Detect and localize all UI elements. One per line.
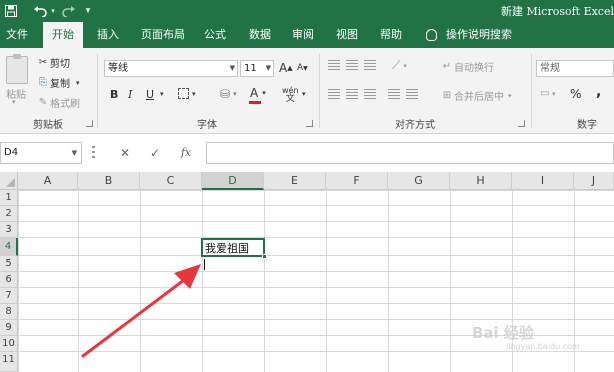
watermark: Bai 经验 [472, 324, 534, 342]
watermark-url: jingyan.baidu.com [506, 342, 580, 351]
annotation-arrow-icon [81, 264, 201, 358]
